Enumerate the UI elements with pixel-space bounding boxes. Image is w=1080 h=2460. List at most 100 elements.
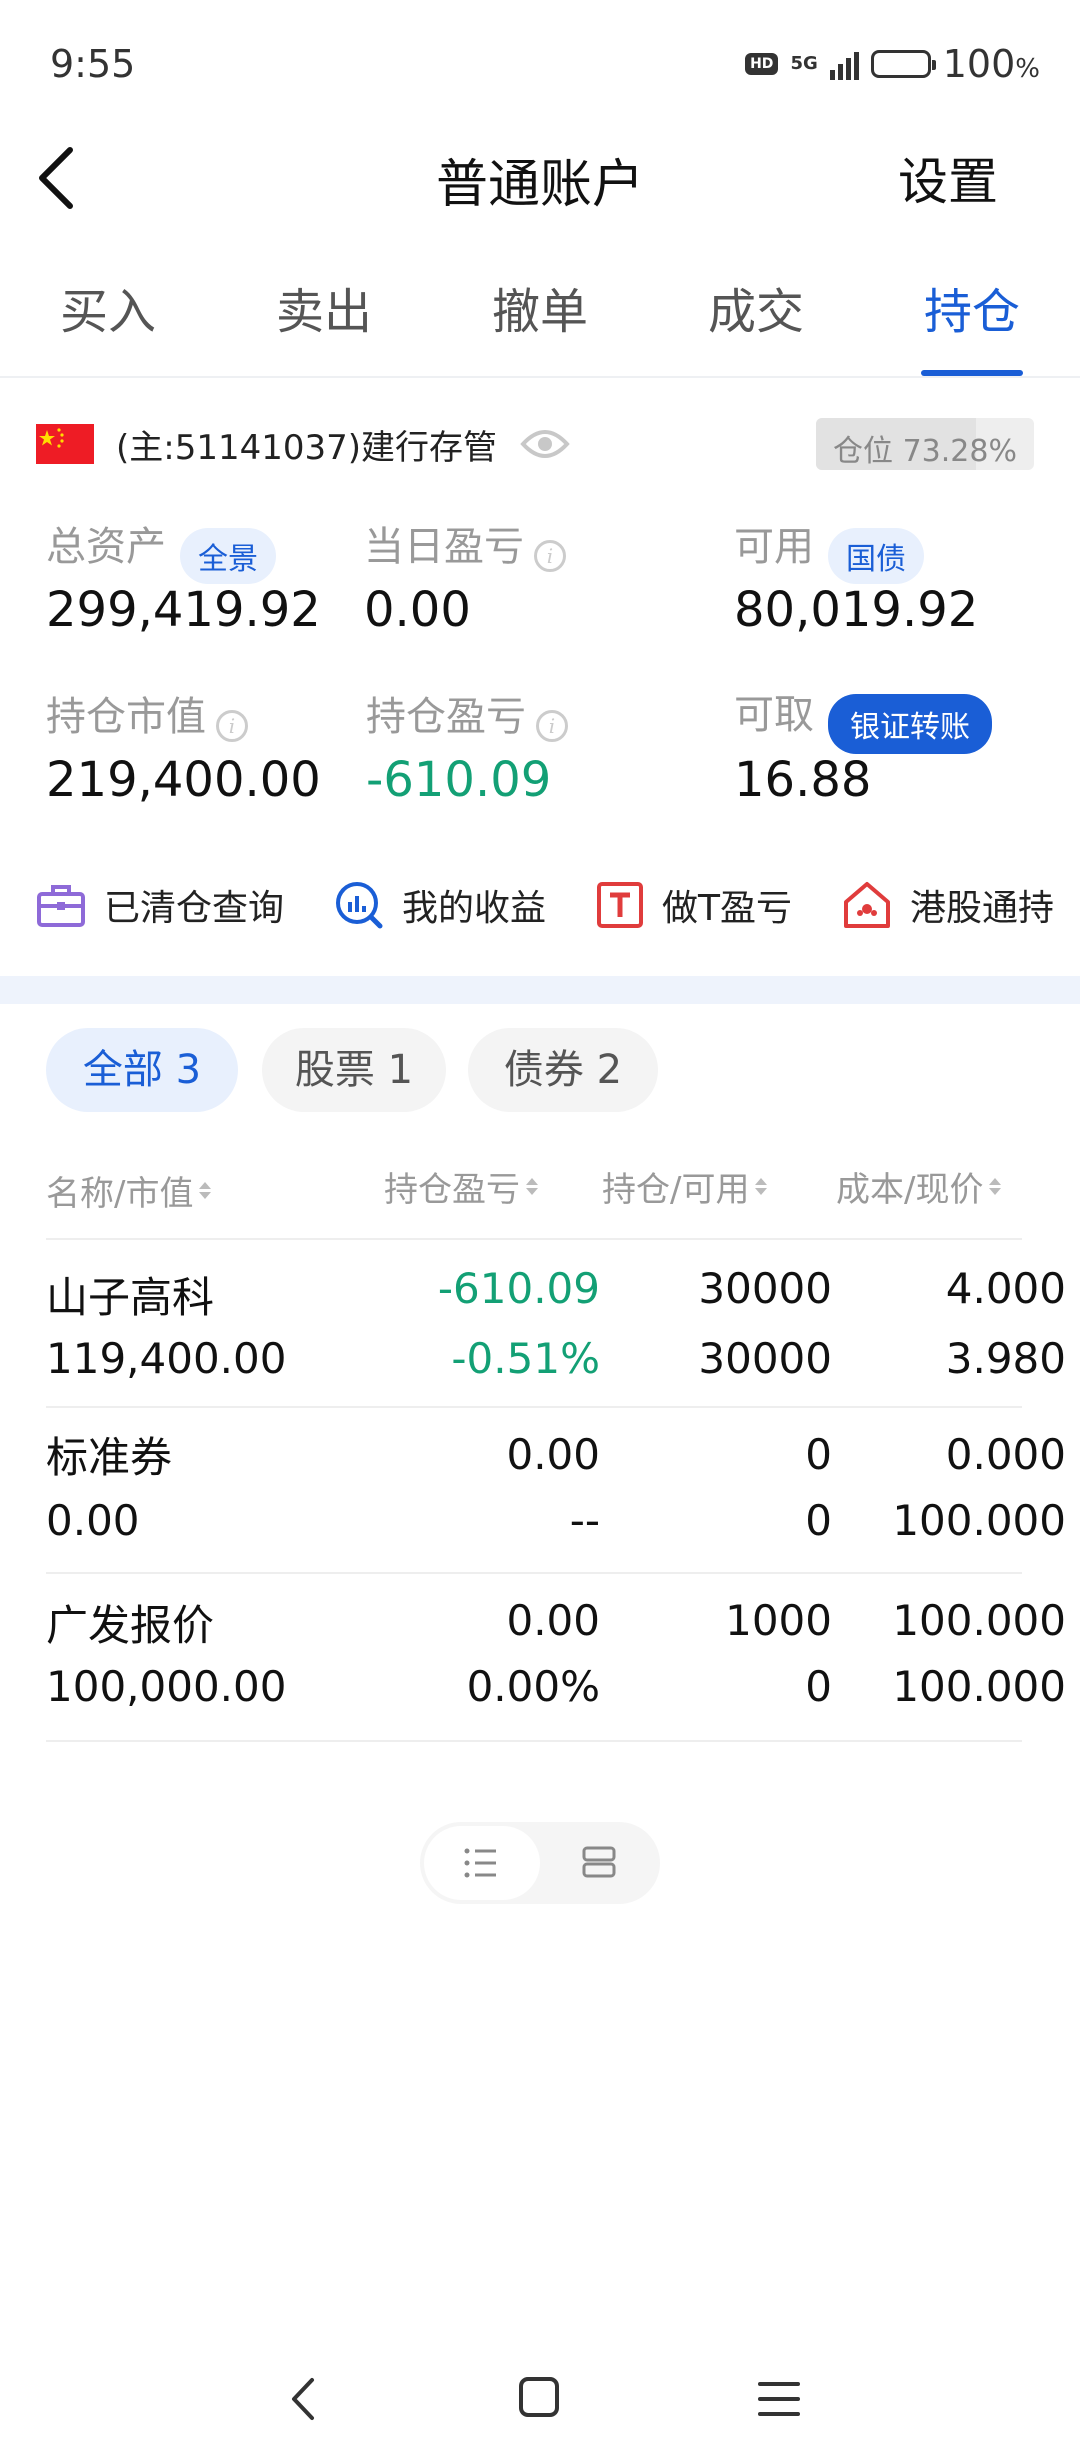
available-label: 可用	[734, 524, 814, 570]
header-label: 持仓/可用	[602, 1170, 750, 1210]
stock-cost: 100.000	[892, 1596, 1066, 1645]
position-ratio-badge: 仓位 73.28%	[816, 418, 1034, 470]
stock-pl-percent: -0.51%	[451, 1334, 600, 1383]
header-label: 名称/市值	[46, 1174, 194, 1214]
stock-pl: -610.09	[437, 1264, 600, 1313]
nav-home-icon	[519, 2377, 559, 2417]
market-value: 219,400.00	[46, 752, 321, 808]
account-label: (主:51141037)建行存管	[116, 428, 498, 468]
quick-link-label: 港股通持	[910, 888, 1055, 929]
stock-holding: 1000	[725, 1596, 832, 1645]
eye-icon[interactable]	[520, 424, 570, 464]
china-flag-icon	[36, 424, 94, 464]
tab-cancel[interactable]: 撤单	[432, 272, 648, 376]
stock-market-value: 0.00	[46, 1496, 140, 1545]
stock-price: 100.000	[892, 1662, 1066, 1711]
battery-percent: 100%	[942, 42, 1040, 86]
withdrawable-label: 可取	[734, 692, 814, 738]
total-assets-value: 299,419.92	[46, 582, 321, 638]
stock-name: 标准券	[46, 1433, 173, 1482]
quick-link-label: 做T盈亏	[662, 888, 793, 929]
filter-bonds[interactable]: 债券 2	[468, 1028, 658, 1112]
withdrawable-value: 16.88	[734, 752, 872, 808]
sort-icon	[526, 1178, 538, 1195]
stock-price: 3.980	[945, 1334, 1066, 1383]
position-pl-label: 持仓盈亏	[366, 694, 526, 740]
info-icon[interactable]: i	[216, 709, 248, 742]
section-separator	[0, 976, 1080, 1004]
hk-connect-link[interactable]: 港股通持	[842, 879, 1054, 931]
treasury-tag[interactable]: 国债	[828, 527, 924, 584]
chart-search-icon	[336, 882, 383, 929]
table-row[interactable]: 山子高科 119,400.00 -610.09 -0.51% 30000 300…	[46, 1238, 1066, 1406]
quick-links: 已清仓查询 我的收益 做T盈亏 港股通持	[36, 870, 1080, 940]
stock-pl-percent: --	[569, 1496, 600, 1545]
stock-holding: 30000	[698, 1264, 832, 1313]
stock-pl: 0.00	[506, 1596, 600, 1645]
available-label-row: 可用 国债	[734, 514, 924, 584]
position-ratio-text: 仓位 73.28%	[833, 434, 1017, 469]
filter-all[interactable]: 全部 3	[46, 1028, 238, 1112]
panorama-tag[interactable]: 全景	[180, 527, 276, 584]
filter-stocks[interactable]: 股票 1	[262, 1028, 446, 1112]
status-icons: HD 5G 100%	[745, 42, 1040, 86]
table-row[interactable]: 标准券 0.00 0.00 -- 0 0 0.000 100.000	[46, 1406, 1066, 1574]
settings-button[interactable]: 设置	[898, 142, 998, 214]
t-box-icon	[597, 882, 644, 928]
tab-deals[interactable]: 成交	[648, 272, 864, 376]
nav-back-button[interactable]	[280, 2374, 330, 2424]
stock-available: 0	[805, 1496, 832, 1545]
withdrawable-label-row: 可取 银证转账	[734, 682, 992, 754]
stock-name: 广发报价	[46, 1601, 215, 1650]
header-name-value[interactable]: 名称/市值	[46, 1166, 212, 1215]
stock-cost: 0.000	[945, 1430, 1066, 1479]
daily-pl-label: 当日盈亏	[364, 524, 524, 570]
signal-icon	[829, 48, 859, 80]
position-pl-value: -610.09	[366, 752, 552, 808]
bank-transfer-button[interactable]: 银证转账	[828, 693, 992, 754]
tab-divider	[0, 376, 1080, 378]
info-icon[interactable]: i	[536, 709, 568, 742]
stock-available: 0	[805, 1662, 832, 1711]
header-holding-available[interactable]: 持仓/可用	[602, 1162, 768, 1211]
nav-menu-icon	[758, 2382, 800, 2416]
card-view-icon	[582, 1846, 616, 1878]
card-view-button[interactable]	[580, 1844, 620, 1884]
tab-buy[interactable]: 买入	[0, 272, 216, 376]
stock-cost: 4.000	[945, 1264, 1066, 1313]
stock-available: 30000	[698, 1334, 832, 1383]
available-value: 80,019.92	[734, 582, 979, 638]
list-icon	[464, 1848, 496, 1878]
info-icon[interactable]: i	[534, 539, 566, 572]
header-label: 成本/现价	[836, 1170, 984, 1210]
header-cost-price[interactable]: 成本/现价	[836, 1162, 1002, 1211]
stock-pl: 0.00	[506, 1430, 600, 1479]
day-trade-pl-link[interactable]: 做T盈亏	[596, 879, 792, 931]
nav-home-button[interactable]	[514, 2372, 564, 2422]
quick-link-label: 已清仓查询	[104, 888, 285, 929]
list-view-button[interactable]	[424, 1826, 540, 1900]
stock-market-value: 100,000.00	[46, 1662, 287, 1711]
tab-sell[interactable]: 卖出	[216, 272, 432, 376]
daily-pl-label-row: 当日盈亏 i	[364, 514, 566, 572]
header-position-pl[interactable]: 持仓盈亏	[384, 1162, 538, 1211]
daily-pl-value: 0.00	[364, 582, 471, 638]
network-type: 5G	[790, 53, 818, 74]
quick-link-label: 我的收益	[402, 888, 547, 929]
view-toggle	[420, 1822, 660, 1904]
tab-positions[interactable]: 持仓	[864, 272, 1080, 376]
nav-menu-button[interactable]	[754, 2374, 804, 2424]
stock-pl-percent: 0.00%	[466, 1662, 600, 1711]
stock-price: 100.000	[892, 1496, 1066, 1545]
stock-holding: 0	[805, 1430, 832, 1479]
trade-tabs: 买入 卖出 撤单 成交 持仓	[0, 272, 1080, 376]
my-earnings-link[interactable]: 我的收益	[334, 879, 546, 931]
hd-icon: HD	[745, 53, 779, 75]
cleared-positions-link[interactable]: 已清仓查询	[36, 879, 284, 931]
stock-market-value: 119,400.00	[46, 1334, 287, 1383]
nav-back-icon	[292, 2378, 314, 2420]
total-assets-label: 总资产	[46, 524, 166, 570]
sort-icon	[755, 1178, 768, 1195]
stock-name: 山子高科	[46, 1273, 215, 1322]
table-row[interactable]: 广发报价 100,000.00 0.00 0.00% 1000 0 100.00…	[46, 1572, 1066, 1742]
